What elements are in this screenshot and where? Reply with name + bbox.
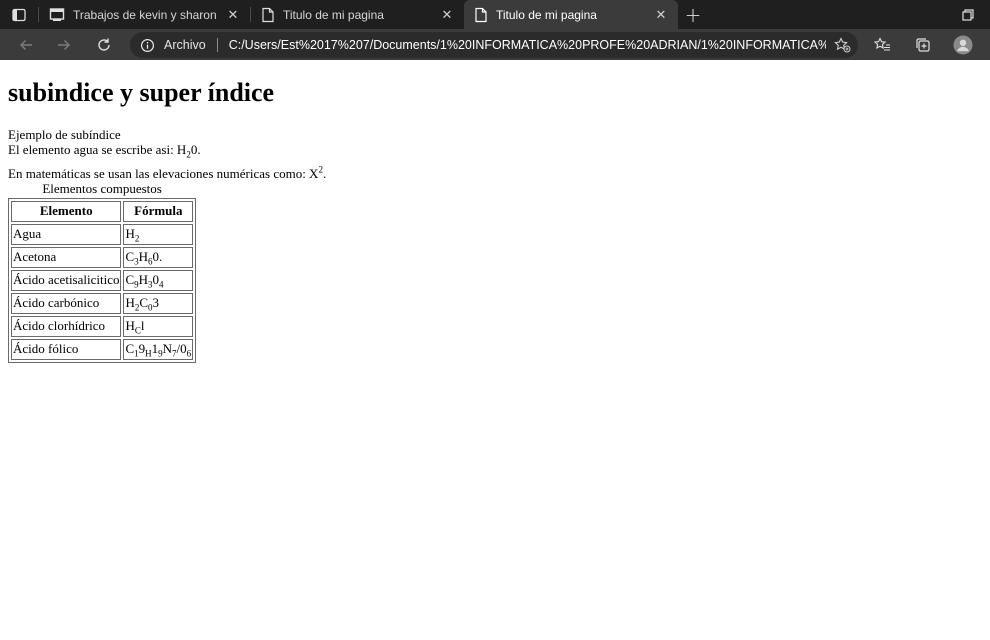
element-cell: Ácido fólico — [11, 338, 122, 360]
tab-titulo-1[interactable]: Titulo de mi pagina ✕ — [251, 0, 464, 29]
favorites-button[interactable] — [864, 29, 900, 60]
formula-subscript: 2 — [134, 233, 140, 244]
formula-text: C — [125, 271, 135, 287]
header-element: Elemento — [11, 200, 122, 222]
formula-text: 3 — [152, 294, 160, 310]
back-button[interactable] — [7, 29, 45, 60]
formula-cell: H2C03 — [123, 292, 194, 314]
math-suffix: . — [322, 165, 327, 181]
formula-text: N — [162, 340, 173, 356]
formula-subscript: 6 — [186, 348, 192, 359]
element-cell: Ácido acetisalicitico — [11, 269, 122, 291]
formula-cell: C3H60. — [123, 246, 194, 268]
tab-title: Trabajos de kevin y sharon — [73, 7, 217, 22]
browser-toolbar: Archivo C:/Users/Est%2017%207/Documents/… — [0, 29, 990, 60]
element-cell: Acetona — [11, 246, 122, 268]
formula-text: /0 — [176, 340, 187, 356]
url-text[interactable]: C:/Users/Est%2017%207/Documents/1%20INFO… — [229, 38, 826, 52]
tab-title: Titulo de mi pagina — [496, 7, 597, 22]
table-row: Ácido carbónico H2C03 — [11, 292, 194, 314]
table-header-row: Elemento Fórmula — [11, 200, 194, 222]
star-add-icon — [833, 37, 850, 53]
compounds-table: Elementos compuestos Elemento Fórmula Ag… — [8, 180, 197, 363]
address-bar[interactable]: Archivo C:/Users/Est%2017%207/Documents/… — [130, 32, 858, 58]
math-prefix: En matemáticas se usan las elevaciones n… — [8, 165, 319, 181]
collections-icon — [916, 37, 930, 52]
table-row: Ácido clorhídrico HCl — [11, 315, 194, 337]
tab-trabajos[interactable]: Trabajos de kevin y sharon ✕ — [39, 0, 250, 29]
formula-cell: C9H304 — [123, 269, 194, 291]
water-suffix: 0. — [190, 141, 201, 157]
address-divider — [216, 38, 218, 52]
scheme-label: Archivo — [164, 38, 206, 52]
tab-actions-icon — [12, 8, 26, 21]
subindex-example-label: Ejemplo de subíndice — [8, 126, 121, 142]
formula-text: H — [125, 294, 135, 310]
element-cell: Agua — [11, 223, 122, 245]
formula-text: C — [125, 340, 135, 356]
tab-strip: Trabajos de kevin y sharon ✕ Titulo de m… — [0, 0, 990, 29]
grid-icon — [49, 7, 65, 21]
restore-icon — [962, 8, 974, 21]
page-content: subindice y super índice Ejemplo de subí… — [0, 60, 990, 640]
tab-actions-button[interactable] — [0, 0, 38, 29]
tab-title: Titulo de mi pagina — [283, 7, 384, 22]
water-sentence: El elemento agua se escribe asi: H20. — [8, 141, 982, 159]
collections-button[interactable] — [905, 29, 941, 60]
reload-button[interactable] — [85, 29, 123, 60]
close-tab-icon[interactable]: ✕ — [440, 7, 454, 23]
element-cell: Ácido clorhídrico — [11, 315, 122, 337]
page-icon — [262, 7, 274, 22]
formula-cell: C19H19N7/06 — [123, 338, 194, 360]
formula-text: 0. — [152, 248, 163, 264]
math-sentence: En matemáticas se usan las elevaciones n… — [8, 165, 982, 182]
formula-cell: H2 — [123, 223, 194, 245]
avatar-icon — [953, 35, 973, 54]
water-prefix: El elemento agua se escribe asi: H — [8, 141, 187, 157]
new-tab-button[interactable]: + — [678, 0, 708, 29]
table-row: Agua H2 — [11, 223, 194, 245]
formula-text: l — [140, 317, 145, 333]
formula-text: H — [138, 271, 149, 287]
back-arrow-icon — [20, 39, 32, 50]
reload-icon — [98, 38, 110, 51]
formula-subscript: 4 — [159, 279, 164, 290]
add-favorite-button[interactable] — [826, 37, 858, 53]
page-icon — [475, 7, 487, 22]
table-row: Ácido acetisalicitico C9H304 — [11, 269, 194, 291]
formula-text: C — [125, 248, 135, 264]
info-icon[interactable] — [140, 38, 162, 53]
formula-text: H — [138, 248, 149, 264]
formula-text: H — [125, 317, 135, 333]
formula-text: H — [125, 225, 135, 241]
table-caption: Elementos compuestos — [42, 180, 162, 196]
element-cell: Ácido carbónico — [11, 292, 122, 314]
header-formula: Fórmula — [123, 200, 194, 222]
close-tab-icon[interactable]: ✕ — [654, 7, 668, 23]
table-row: Ácido fólico C19H19N7/06 — [11, 338, 194, 360]
forward-arrow-icon — [58, 39, 70, 50]
restore-window-button[interactable] — [946, 0, 990, 29]
close-tab-icon[interactable]: ✕ — [226, 7, 240, 23]
plus-icon: + — [684, 2, 702, 27]
formula-text: C — [139, 294, 149, 310]
profile-button[interactable] — [945, 29, 981, 60]
favorites-icon — [873, 36, 890, 51]
tab-titulo-active[interactable]: Titulo de mi pagina ✕ — [464, 0, 678, 29]
page-title: subindice y super índice — [8, 78, 275, 107]
table-row: Acetona C3H60. — [11, 246, 194, 268]
formula-cell: HCl — [123, 315, 194, 337]
forward-button[interactable] — [45, 29, 83, 60]
